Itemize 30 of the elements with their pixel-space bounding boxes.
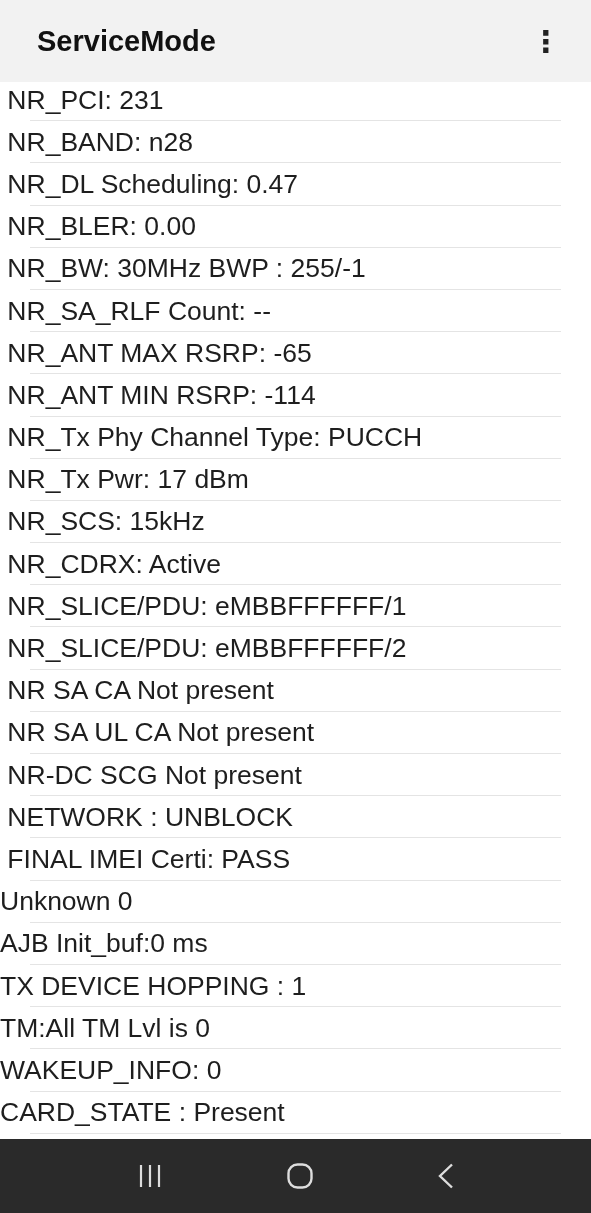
back-icon[interactable] xyxy=(437,1163,454,1189)
info-line: NR_BLER: 0.00 xyxy=(6,211,196,243)
info-line: TX DEVICE HOPPING : 1 xyxy=(0,970,307,1002)
info-line: NR_SA_RLF Count: -- xyxy=(6,295,271,327)
info-line: NR_SLICE/PDU: eMBBFFFFFF/2 xyxy=(6,633,407,665)
info-line: NR_SCS: 15kHz xyxy=(6,506,205,538)
recent-apps-icon[interactable] xyxy=(137,1165,162,1187)
info-line: NR_PCI: 231 xyxy=(6,84,164,116)
app-title: ServiceMode xyxy=(37,24,216,58)
info-line: AJB Init_buf:0 ms xyxy=(0,928,208,960)
info-line: NR_CDRX: Active xyxy=(6,548,221,580)
info-line: NR_BAND: n28 xyxy=(6,126,193,158)
info-line: NR_SLICE/PDU: eMBBFFFFFF/1 xyxy=(6,590,407,622)
info-line: NETWORK : UNBLOCK xyxy=(6,801,293,833)
info-line: NR-DC SCG Not present xyxy=(6,759,302,791)
info-line: NR SA CA Not present xyxy=(6,675,274,707)
info-line: WAKEUP_INFO: 0 xyxy=(0,1054,222,1086)
info-line: Unknown 0 xyxy=(0,886,133,918)
info-line: NR_Tx Phy Channel Type: PUCCH xyxy=(6,422,423,454)
info-line: NR_DL Scheduling: 0.47 xyxy=(6,168,299,200)
info-line: NR SA UL CA Not present xyxy=(6,717,315,749)
info-line: NR_BW: 30MHz BWP : 255/-1 xyxy=(6,253,366,285)
info-line: CARD_STATE : Present xyxy=(0,1097,285,1129)
info-line: NR_ANT MAX RSRP: -65 xyxy=(6,337,312,369)
info-line: FINAL IMEI Certi: PASS xyxy=(6,843,291,875)
more-options-icon[interactable]: ⋮ xyxy=(531,23,561,59)
info-line: NR_Tx Pwr: 17 dBm xyxy=(6,464,249,496)
info-line: NR_ANT MIN RSRP: -114 xyxy=(6,379,316,411)
info-line: TM:All TM Lvl is 0 xyxy=(0,1012,211,1044)
home-icon[interactable] xyxy=(286,1163,313,1189)
